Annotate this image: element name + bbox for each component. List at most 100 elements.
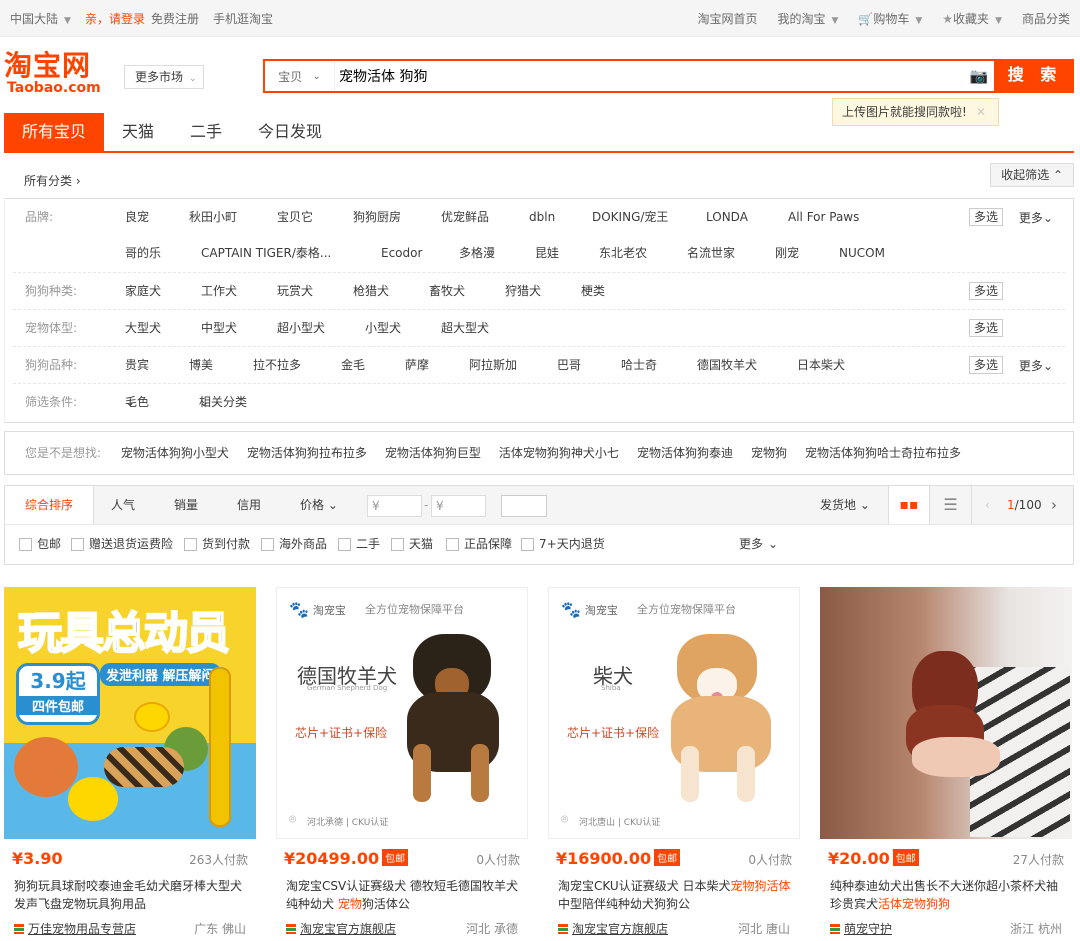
filter-option[interactable]: 大型犬 [125, 310, 161, 346]
filter-option[interactable]: 哈士奇 [621, 347, 657, 383]
filter-option[interactable]: 日本柴犬 [797, 347, 845, 383]
product-title[interactable]: 淘宠宝CKU认证赛级犬 日本柴犬宠物狗活体中型陪伴纯种幼犬狗狗公 [558, 877, 792, 913]
filter-option[interactable]: 玩赏犬 [277, 273, 313, 309]
shop-link[interactable]: 萌宠守护 [830, 920, 892, 937]
filter-option[interactable]: 拉不拉多 [253, 347, 301, 383]
filter-option[interactable]: 名流世家 [687, 235, 735, 271]
filter-option[interactable]: 狗狗厨房 [353, 199, 401, 235]
checkbox-tmall[interactable]: 天猫 [391, 525, 433, 563]
product-image[interactable]: 🐾 淘宠宝 全方位宠物保障平台 德国牧羊犬 German Shepherd Do… [276, 587, 528, 839]
product-image[interactable] [820, 587, 1072, 839]
prev-page-icon[interactable]: ‹ [985, 486, 990, 524]
suggest-link[interactable]: 宠物活体狗狗小型犬 [121, 446, 229, 460]
fold-filter-button[interactable]: 收起筛选 ⌃ [990, 163, 1074, 187]
filter-option[interactable]: 宝贝它 [277, 199, 313, 235]
more-filters-button[interactable]: 更多 ⌄ [739, 525, 778, 563]
product-card[interactable]: 🐾 淘宠宝 全方位宠物保障平台 柴犬 Shiba 芯片+证书+保险 ⌾ 河北唐山… [548, 587, 800, 941]
filter-option[interactable]: 秋田小町 [189, 199, 237, 235]
multi-select-button[interactable]: 多选 [968, 356, 1003, 374]
filter-option[interactable]: 优宠鲜品 [441, 199, 489, 235]
camera-icon[interactable]: 📷 [964, 67, 994, 85]
multi-select-button[interactable]: 多选 [968, 319, 1003, 337]
checkbox-genuine[interactable]: 正品保障 [446, 525, 512, 563]
taobao-logo[interactable]: 淘宝网 Taobao.com [4, 51, 114, 96]
checkbox-overseas[interactable]: 海外商品 [261, 525, 327, 563]
filter-option[interactable]: CAPTAIN TIGER/泰格... [201, 235, 331, 271]
filter-option[interactable]: 萨摩 [405, 347, 429, 383]
filter-option[interactable]: 贵宾 [125, 347, 149, 383]
filter-option[interactable]: 工作犬 [201, 273, 237, 309]
login-link[interactable]: 亲，请登录 [85, 10, 145, 27]
filter-option[interactable]: dbln [529, 199, 555, 235]
filter-option[interactable]: 昆娃 [535, 235, 559, 271]
sort-price[interactable]: 价格 ⌄ [300, 486, 338, 524]
filter-option[interactable]: 刚宠 [775, 235, 799, 271]
filter-option[interactable]: 超小型犬 [277, 310, 325, 346]
search-button[interactable]: 搜 索 [996, 59, 1074, 93]
filter-option[interactable]: 德国牧羊犬 [697, 347, 757, 383]
checkbox-return-insurance[interactable]: 赠送退货运费险 [71, 525, 173, 563]
filter-option[interactable]: 多格漫 [459, 235, 495, 271]
filter-option[interactable]: 畜牧犬 [429, 273, 465, 309]
checkbox-secondhand[interactable]: 二手 [338, 525, 380, 563]
filter-option[interactable]: 超大型犬 [441, 310, 489, 346]
search-category-select[interactable]: 宝贝 ⌄ [265, 61, 335, 91]
filter-option[interactable]: DOKING/宠王 [592, 199, 668, 235]
list-view-icon[interactable]: ☰ [930, 486, 972, 524]
filter-option[interactable]: 良宠 [125, 199, 149, 235]
filter-option[interactable]: All For Paws [788, 199, 859, 235]
my-taobao-link[interactable]: 我的淘宝 ▼ [777, 10, 838, 27]
more-market-dropdown[interactable]: 更多市场 ⌄ [124, 65, 204, 89]
price-max-input[interactable]: ¥ [431, 495, 486, 517]
product-image[interactable]: 玩具总动员 发泄利器 解压解闷 3.9起 四件包邮 [4, 587, 256, 839]
sort-default[interactable]: 综合排序 [5, 486, 95, 524]
filter-option[interactable]: Ecodor [381, 235, 422, 271]
filter-option[interactable]: 枪猎犬 [353, 273, 389, 309]
price-min-input[interactable]: ¥ [367, 495, 422, 517]
product-title[interactable]: 淘宠宝CSV认证赛级犬 德牧短毛德国牧羊犬纯种幼犬 宠物狗活体公 [286, 877, 520, 913]
price-range-icon[interactable] [501, 495, 547, 517]
product-title[interactable]: 纯种泰迪幼犬出售长不大迷你超小茶杯犬袖珍贵宾犬活体宠物狗狗 [830, 877, 1064, 913]
sort-credit[interactable]: 信用 [237, 486, 261, 524]
multi-select-button[interactable]: 多选 [968, 208, 1003, 226]
suggest-link[interactable]: 宠物狗 [751, 446, 787, 460]
tab-secondhand[interactable]: 二手 [172, 113, 240, 151]
filter-option[interactable]: 狩猎犬 [505, 273, 541, 309]
filter-option[interactable]: 金毛 [341, 347, 365, 383]
shop-link[interactable]: 万佳宠物用品专营店 [14, 920, 136, 937]
sort-sales[interactable]: 销量 [174, 486, 198, 524]
product-title[interactable]: 狗狗玩具球耐咬泰迪金毛幼犬磨牙棒大型犬发声飞盘宠物玩具狗用品 [14, 877, 248, 913]
suggest-link[interactable]: 宠物活体狗狗拉布拉多 [247, 446, 367, 460]
all-categories-link[interactable]: 所有分类 › [24, 172, 81, 189]
checkbox-cod[interactable]: 货到付款 [184, 525, 250, 563]
tab-today[interactable]: 今日发现 [240, 113, 340, 151]
taobao-home-link[interactable]: 淘宝网首页 [697, 10, 757, 27]
product-card[interactable]: 🐾 淘宠宝 全方位宠物保障平台 德国牧羊犬 German Shepherd Do… [276, 587, 528, 941]
ship-from-dropdown[interactable]: 发货地 ⌄ [820, 486, 870, 524]
more-button[interactable]: 更多⌄ [1019, 357, 1053, 374]
search-input[interactable] [335, 61, 964, 91]
register-link[interactable]: 免费注册 [151, 10, 199, 27]
filter-option[interactable]: 博美 [189, 347, 213, 383]
more-button[interactable]: 更多⌄ [1019, 209, 1053, 226]
categories-link[interactable]: 商品分类 [1022, 10, 1070, 27]
mobile-link[interactable]: 手机逛淘宝 [213, 10, 273, 27]
grid-view-icon[interactable]: ▪▪ [888, 486, 930, 524]
sort-popularity[interactable]: 人气 [111, 486, 135, 524]
favorites-link[interactable]: ★收藏夹 ▼ [942, 10, 1002, 27]
product-card[interactable]: 玩具总动员 发泄利器 解压解闷 3.9起 四件包邮 ¥3.90 263人付款 狗… [4, 587, 256, 941]
product-card[interactable]: ¥20.00 包邮 27人付款 纯种泰迪幼犬出售长不大迷你超小茶杯犬袖珍贵宾犬活体… [820, 587, 1072, 941]
region-selector[interactable]: 中国大陆 ▼ [10, 10, 71, 27]
checkbox-free-shipping[interactable]: 包邮 [19, 525, 61, 563]
filter-option[interactable]: 小型犬 [365, 310, 401, 346]
suggest-link[interactable]: 宠物活体狗狗哈士奇拉布拉多 [805, 446, 961, 460]
filter-option[interactable]: 哥的乐 [125, 235, 161, 271]
filter-option[interactable]: NUCOM [839, 235, 885, 271]
filter-option[interactable]: 中型犬 [201, 310, 237, 346]
filter-option[interactable]: 家庭犬 [125, 273, 161, 309]
shop-link[interactable]: 淘宠宝官方旗舰店 [286, 920, 396, 937]
filter-option[interactable]: 东北老农 [599, 235, 647, 271]
cart-link[interactable]: 🛒购物车 ▼ [858, 10, 922, 27]
checkbox-7day-return[interactable]: 7+天内退货 [521, 525, 605, 563]
suggest-link[interactable]: 宠物活体狗狗巨型 [385, 446, 481, 460]
